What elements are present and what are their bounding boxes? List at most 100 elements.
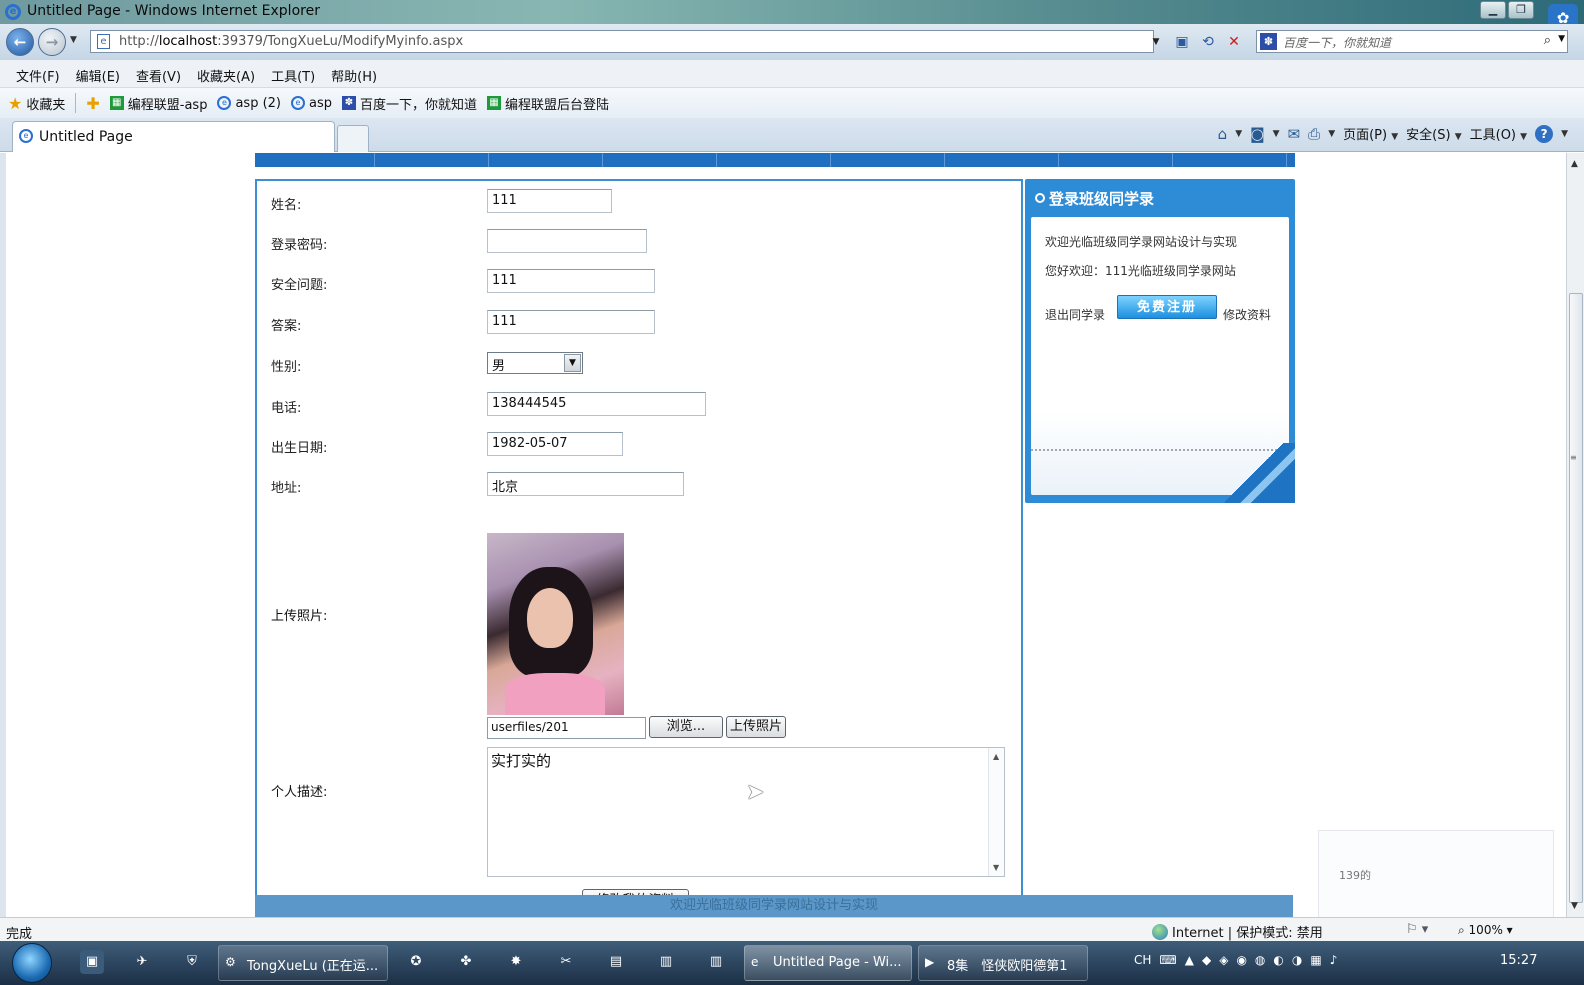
ie-taskbar-icon[interactable]: ✪ <box>404 950 428 974</box>
page-scrollbar[interactable]: ▲ ≡ ▼ <box>1566 153 1584 917</box>
menu-tools[interactable]: 工具(T) <box>263 60 323 87</box>
app-icon[interactable]: ✈ <box>130 950 154 974</box>
nav-item[interactable] <box>831 153 945 167</box>
nav-item[interactable] <box>255 153 375 167</box>
url-input[interactable]: e http://localhost:39379/TongXueLu/Modif… <box>90 30 1154 53</box>
mail-icon[interactable]: ✉ <box>1288 125 1301 143</box>
tools-menu[interactable]: 工具(O) ▼ <box>1470 124 1527 143</box>
description-textarea[interactable]: 实打实的 ▲ ▼ <box>487 747 1005 877</box>
volume-icon[interactable]: ♪ <box>1330 953 1338 967</box>
restore-icon[interactable]: ❐ <box>1508 1 1534 19</box>
textarea-scrollbar[interactable]: ▲ ▼ <box>988 748 1004 876</box>
help-icon[interactable]: ? <box>1535 124 1554 143</box>
name-input[interactable]: 111 <box>487 189 612 213</box>
upload-photo-button[interactable]: 上传照片 <box>726 716 786 738</box>
scroll-up-icon[interactable]: ▲ <box>1571 159 1578 169</box>
home-icon[interactable]: ⌂ <box>1218 125 1228 143</box>
notification-popup[interactable]: 139的 <box>1318 830 1554 917</box>
tray-app-icon[interactable]: ◑ <box>1292 953 1302 967</box>
start-button[interactable] <box>12 943 52 983</box>
taskbar-button-video[interactable]: ▶ 8集 怪侠欧阳德第1 <box>918 945 1088 981</box>
photo-file-input[interactable]: userfiles/201 <box>487 717 646 739</box>
tray-app-icon[interactable]: ◉ <box>1236 953 1246 967</box>
minimize-icon[interactable]: ▁ <box>1480 1 1506 19</box>
feeds-icon[interactable]: ◙ <box>1250 125 1265 143</box>
app-icon[interactable]: ✸ <box>504 950 528 974</box>
tab-untitled-page[interactable]: e Untitled Page <box>12 121 335 152</box>
nav-item[interactable] <box>489 153 603 167</box>
favorite-item-asp-2[interactable]: e asp (2) <box>217 96 281 111</box>
scroll-up-icon[interactable]: ▲ <box>993 752 999 761</box>
language-indicator[interactable]: CH <box>1134 953 1151 967</box>
search-dropdown-icon[interactable]: ▼ <box>1558 34 1565 44</box>
security-zone[interactable]: Internet | 保护模式: 禁用 <box>1152 922 1323 941</box>
favorite-item-baidu[interactable]: ✽ 百度一下，你就知道 <box>342 94 477 113</box>
print-dropdown-icon[interactable]: ▼ <box>1328 129 1335 139</box>
protected-mode-icon[interactable]: ⚐ ▾ <box>1406 922 1428 937</box>
menu-file[interactable]: 文件(F) <box>8 60 68 87</box>
forward-icon[interactable]: → <box>38 28 66 56</box>
home-dropdown-icon[interactable]: ▼ <box>1235 129 1242 139</box>
logout-link[interactable]: 退出同学录 <box>1045 306 1105 323</box>
url-dropdown-icon[interactable]: ▼ <box>1146 32 1166 52</box>
gender-select[interactable]: 男 ▼ <box>487 352 583 374</box>
nav-item[interactable] <box>1059 153 1173 167</box>
password-input[interactable] <box>487 229 647 253</box>
taskbar-button-ie[interactable]: e Untitled Page - Wi... <box>744 945 912 981</box>
app-icon[interactable]: ▥ <box>654 950 678 974</box>
phone-input[interactable]: 138444545 <box>487 392 706 416</box>
signup-button[interactable]: 免费注册 <box>1117 295 1217 319</box>
feeds-dropdown-icon[interactable]: ▼ <box>1273 129 1280 139</box>
taskbar-button-tongxuelu[interactable]: ⚙ TongXueLu (正在运... <box>218 945 388 981</box>
new-tab-button[interactable] <box>337 125 369 152</box>
refresh-icon[interactable]: ⟲ <box>1198 32 1218 52</box>
keyboard-icon[interactable]: ⌨ <box>1159 953 1176 967</box>
shield-icon[interactable]: ⛨ <box>180 950 204 974</box>
print-icon[interactable]: ⎙ <box>1308 125 1320 143</box>
menu-help[interactable]: 帮助(H) <box>323 60 385 87</box>
history-dropdown-icon[interactable]: ▼ <box>70 35 77 45</box>
favorites-button[interactable]: ★ 收藏夹 <box>8 94 65 113</box>
add-favorite-icon[interactable]: ✚ <box>86 94 99 113</box>
zoom-level[interactable]: ⌕ 100% ▾ <box>1458 923 1513 938</box>
nav-item[interactable] <box>717 153 831 167</box>
app-icon[interactable]: ▥ <box>704 950 728 974</box>
back-icon[interactable]: ← <box>6 28 34 56</box>
chevron-down-icon[interactable]: ▼ <box>564 354 581 372</box>
safety-menu[interactable]: 安全(S) ▼ <box>1406 124 1461 143</box>
nav-item[interactable] <box>945 153 1059 167</box>
app-icon[interactable]: ▤ <box>604 950 628 974</box>
edit-profile-link[interactable]: 修改资料 <box>1223 306 1271 323</box>
clock[interactable]: 15:27 <box>1500 953 1537 968</box>
help-dropdown-icon[interactable]: ▼ <box>1561 129 1568 139</box>
tray-app-icon[interactable]: ◐ <box>1273 953 1283 967</box>
menu-edit[interactable]: 编辑(E) <box>68 60 128 87</box>
stop-icon[interactable]: ✕ <box>1224 32 1244 52</box>
network-icon[interactable]: ▦ <box>1310 953 1321 967</box>
app-icon[interactable]: ✂ <box>554 950 578 974</box>
favorite-item-admin-login[interactable]: ▦ 编程联盟后台登陆 <box>487 94 609 113</box>
scroll-down-icon[interactable]: ▼ <box>1571 901 1578 911</box>
app-icon[interactable]: ✤ <box>454 950 478 974</box>
tray-app-icon[interactable]: ◍ <box>1255 953 1265 967</box>
scroll-down-icon[interactable]: ▼ <box>993 863 999 872</box>
scrollbar-thumb[interactable] <box>1569 293 1583 903</box>
tray-app-icon[interactable]: ◈ <box>1219 953 1228 967</box>
nav-item[interactable] <box>375 153 489 167</box>
desktop-icon[interactable]: ▣ <box>80 950 104 974</box>
question-input[interactable]: 111 <box>487 269 655 293</box>
answer-input[interactable]: 111 <box>487 310 655 334</box>
nav-item[interactable] <box>603 153 717 167</box>
favorite-item-biancheng-asp[interactable]: ▦ 编程联盟-asp <box>109 94 207 113</box>
compat-view-icon[interactable]: ▣ <box>1172 32 1192 52</box>
birthday-input[interactable]: 1982-05-07 <box>487 432 623 456</box>
favorite-item-asp[interactable]: e asp <box>291 96 332 111</box>
address-input[interactable]: 北京 <box>487 472 684 496</box>
browse-button[interactable]: 浏览... <box>649 716 723 738</box>
menu-favorites[interactable]: 收藏夹(A) <box>189 60 263 87</box>
page-menu[interactable]: 页面(P) ▼ <box>1343 124 1398 143</box>
search-input[interactable]: ✽ 百度一下，你就知道 ⌕ ▼ <box>1256 30 1568 53</box>
tray-arrow-icon[interactable]: ▲ <box>1185 953 1194 967</box>
nav-item[interactable] <box>1173 153 1287 167</box>
search-icon[interactable]: ⌕ <box>1544 33 1551 48</box>
